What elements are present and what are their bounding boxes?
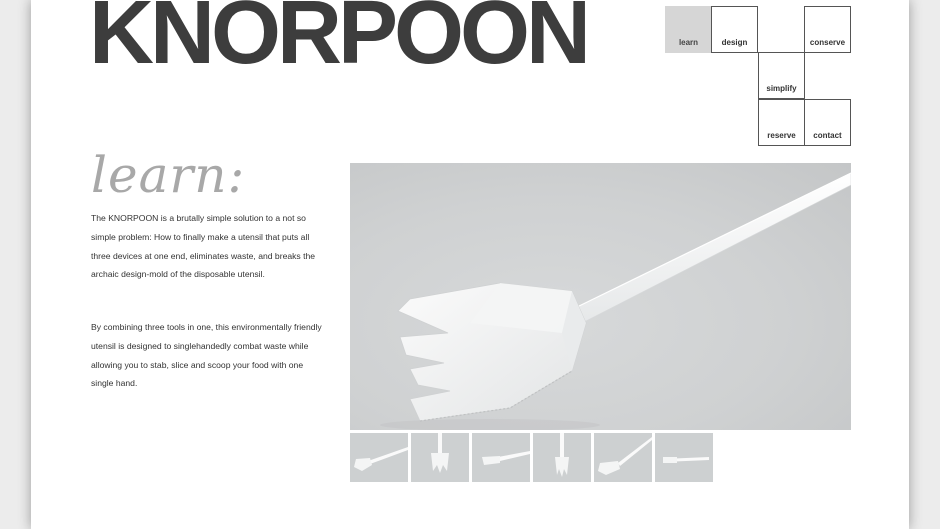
thumbnail-2-image bbox=[431, 433, 449, 473]
section-heading: learn: bbox=[91, 146, 246, 204]
thumbnail-3-image bbox=[482, 451, 530, 465]
thumbnail-6[interactable] bbox=[655, 433, 713, 482]
intro-paragraph: The KNORPOON is a brutally simple soluti… bbox=[91, 213, 316, 280]
nav-grid: learn design conserve simplify reserve c… bbox=[31, 0, 909, 150]
description-paragraph: By combining three tools in one, this en… bbox=[91, 322, 322, 389]
nav-reserve-label: reserve bbox=[767, 131, 796, 140]
nav-design[interactable]: design bbox=[711, 6, 758, 53]
nav-conserve-label: conserve bbox=[809, 38, 846, 47]
nav-contact[interactable]: contact bbox=[804, 99, 851, 146]
page-container: KNORPOON learn design conserve simplify … bbox=[31, 0, 909, 529]
nav-learn-label: learn bbox=[678, 38, 699, 47]
thumbnail-3[interactable] bbox=[472, 433, 530, 482]
thumbnail-5[interactable] bbox=[594, 433, 652, 482]
knorpoon-utensil-image bbox=[380, 172, 851, 430]
nav-learn[interactable]: learn bbox=[665, 6, 712, 53]
nav-simplify[interactable]: simplify bbox=[758, 52, 805, 99]
thumbnail-4[interactable] bbox=[533, 433, 591, 482]
nav-contact-label: contact bbox=[813, 131, 842, 140]
thumbnail-2[interactable] bbox=[411, 433, 469, 482]
thumbnail-1[interactable] bbox=[350, 433, 408, 482]
thumbnail-6-image bbox=[663, 457, 709, 463]
nav-reserve[interactable]: reserve bbox=[758, 99, 805, 146]
nav-design-label: design bbox=[721, 38, 748, 47]
thumbnail-4-image bbox=[555, 433, 569, 477]
thumbnail-1-image bbox=[354, 447, 408, 471]
nav-simplify-label: simplify bbox=[766, 84, 797, 93]
nav-conserve[interactable]: conserve bbox=[804, 6, 851, 53]
thumbnail-5-image bbox=[598, 437, 652, 475]
product-main-image bbox=[350, 163, 851, 430]
